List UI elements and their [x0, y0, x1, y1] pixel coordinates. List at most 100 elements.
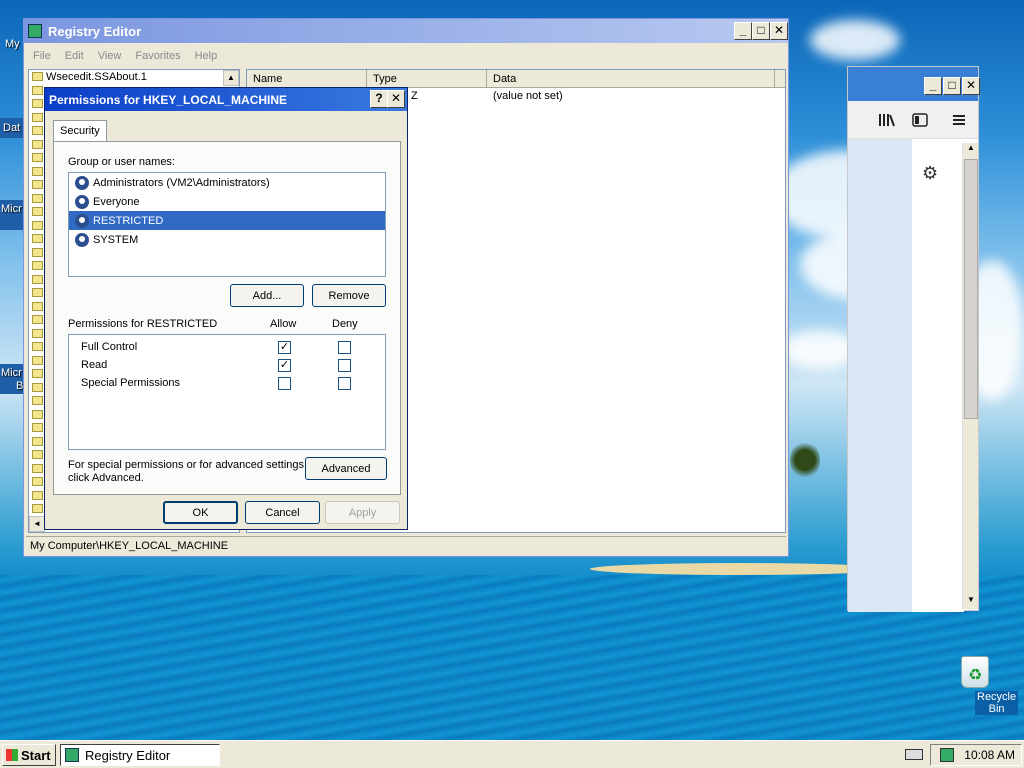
status-bar: My Computer\HKEY_LOCAL_MACHINE [26, 536, 786, 554]
permissions-titlebar[interactable]: Permissions for HKEY_LOCAL_MACHINE ? ✕ [45, 88, 407, 111]
side-scrollbar[interactable]: ▲ ▼ [962, 143, 978, 609]
folder-icon [32, 355, 43, 365]
user-group-icon [75, 194, 89, 209]
folder-icon [32, 382, 43, 392]
tree-scroll-up-icon[interactable]: ▲ [223, 70, 239, 86]
regedit-close-button[interactable]: ✕ [770, 22, 788, 40]
security-panel: Group or user names: Administrators (VM2… [53, 141, 401, 495]
deny-read-checkbox[interactable] [338, 359, 351, 372]
user-item-everyone[interactable]: Everyone [69, 192, 385, 211]
recycle-bin-label: Recycle Bin [975, 691, 1019, 715]
tab-security[interactable]: Security [53, 120, 107, 141]
tree-scroll-left-icon[interactable]: ◄ [29, 516, 45, 532]
side-close-button[interactable]: ✕ [962, 77, 980, 95]
help-button[interactable]: ? [370, 90, 388, 108]
menu-view[interactable]: View [93, 47, 127, 67]
column-header-name[interactable]: Name [247, 70, 367, 87]
perms-for-label: Permissions for RESTRICTED [68, 318, 218, 330]
remove-button[interactable]: Remove [312, 284, 386, 307]
regedit-task-icon [65, 748, 79, 762]
start-button[interactable]: Start [2, 744, 56, 766]
menu-edit[interactable]: Edit [60, 47, 89, 67]
user-item-system[interactable]: SYSTEM [69, 230, 385, 249]
gear-icon[interactable]: ⚙ [922, 163, 938, 184]
regedit-minimize-button[interactable]: _ [734, 22, 752, 40]
user-name: Everyone [93, 195, 140, 208]
user-group-icon [75, 213, 89, 228]
ok-button[interactable]: OK [163, 501, 238, 524]
desktop-icon-label-micr-1[interactable]: Micr [1, 203, 22, 215]
library-icon[interactable] [878, 113, 896, 127]
folder-icon [32, 369, 43, 379]
tree-item[interactable]: Wsecedit.SSAbout.1 [29, 70, 239, 84]
folder-icon [32, 490, 43, 500]
deny-full-control-checkbox[interactable] [338, 341, 351, 354]
folder-icon [32, 328, 43, 338]
add-button[interactable]: Add... [230, 284, 304, 307]
recycle-bin[interactable]: ♻ Recycle Bin [944, 656, 1019, 715]
user-name: RESTRICTED [93, 214, 164, 227]
scroll-up-icon[interactable]: ▲ [963, 143, 979, 157]
user-item-restricted[interactable]: RESTRICTED [69, 211, 385, 230]
desktop-icon-label-micr-2[interactable]: Micr [1, 367, 22, 379]
allow-read-checkbox[interactable]: ✓ [278, 359, 291, 372]
regedit-maximize-button[interactable]: □ [752, 22, 770, 40]
hamburger-menu-icon[interactable] [952, 113, 966, 127]
folder-icon [32, 315, 43, 325]
cancel-button[interactable]: Cancel [245, 501, 320, 524]
clock[interactable]: 10:08 AM [964, 748, 1015, 762]
folder-icon [32, 450, 43, 460]
desktop-icon-label-my-documents[interactable]: My [5, 38, 20, 50]
column-header-type[interactable]: Type [367, 70, 487, 87]
folder-icon [32, 247, 43, 257]
value-data: (value not set) [493, 90, 563, 102]
network-icon[interactable] [940, 748, 955, 762]
apply-button[interactable]: Apply [325, 501, 400, 524]
allow-special-checkbox[interactable] [278, 377, 291, 390]
permissions-dialog: Permissions for HKEY_LOCAL_MACHINE ? ✕ S… [44, 87, 408, 530]
menu-file[interactable]: File [28, 47, 56, 67]
tree-item-label: Wsecedit.SSAbout.1 [46, 70, 147, 83]
column-header-data[interactable]: Data [487, 70, 775, 87]
side-maximize-button[interactable]: □ [943, 77, 961, 95]
folder-icon [32, 436, 43, 446]
menu-favorites[interactable]: Favorites [130, 47, 185, 67]
perm-read: Read [81, 359, 108, 371]
folder-icon [32, 112, 43, 122]
folder-icon [32, 166, 43, 176]
taskbar-item-registry-editor[interactable]: Registry Editor [60, 744, 220, 766]
folder-icon [32, 153, 43, 163]
folder-icon [32, 85, 43, 95]
perm-special: Special Permissions [81, 377, 181, 389]
dialog-close-button[interactable]: ✕ [387, 90, 405, 108]
scroll-down-icon[interactable]: ▼ [963, 595, 979, 609]
user-item-administrators[interactable]: Administrators (VM2\Administrators) [69, 173, 385, 192]
side-minimize-button[interactable]: _ [924, 77, 942, 95]
folder-icon [32, 274, 43, 284]
folder-icon [32, 463, 43, 473]
user-name: Administrators (VM2\Administrators) [93, 176, 270, 189]
user-group-icon [75, 175, 89, 190]
scroll-thumb[interactable] [964, 159, 978, 419]
allow-full-control-checkbox[interactable]: ✓ [278, 341, 291, 354]
folder-icon [32, 72, 43, 82]
sidebar-icon[interactable] [912, 113, 928, 127]
advanced-hint-line2: click Advanced. [68, 472, 144, 484]
menu-help[interactable]: Help [190, 47, 223, 67]
deny-special-checkbox[interactable] [338, 377, 351, 390]
regedit-titlebar[interactable]: Registry Editor _ □ ✕ [24, 19, 788, 43]
windows-logo-icon [6, 749, 18, 761]
recycle-bin-icon: ♻ [961, 656, 989, 688]
regedit-title: Registry Editor [48, 23, 142, 39]
allow-header: Allow [270, 318, 297, 330]
keyboard-icon[interactable] [905, 749, 923, 760]
user-list[interactable]: Administrators (VM2\Administrators) Ever… [68, 172, 386, 277]
folder-icon [32, 126, 43, 136]
advanced-button[interactable]: Advanced [305, 457, 387, 480]
folder-icon [32, 193, 43, 203]
island [590, 563, 890, 575]
folder-icon [32, 180, 43, 190]
tab-strip: Security [53, 120, 107, 142]
advanced-hint-line1: For special permissions or for advanced … [68, 459, 308, 471]
desktop-icon-label-data[interactable]: Dat [3, 122, 20, 134]
